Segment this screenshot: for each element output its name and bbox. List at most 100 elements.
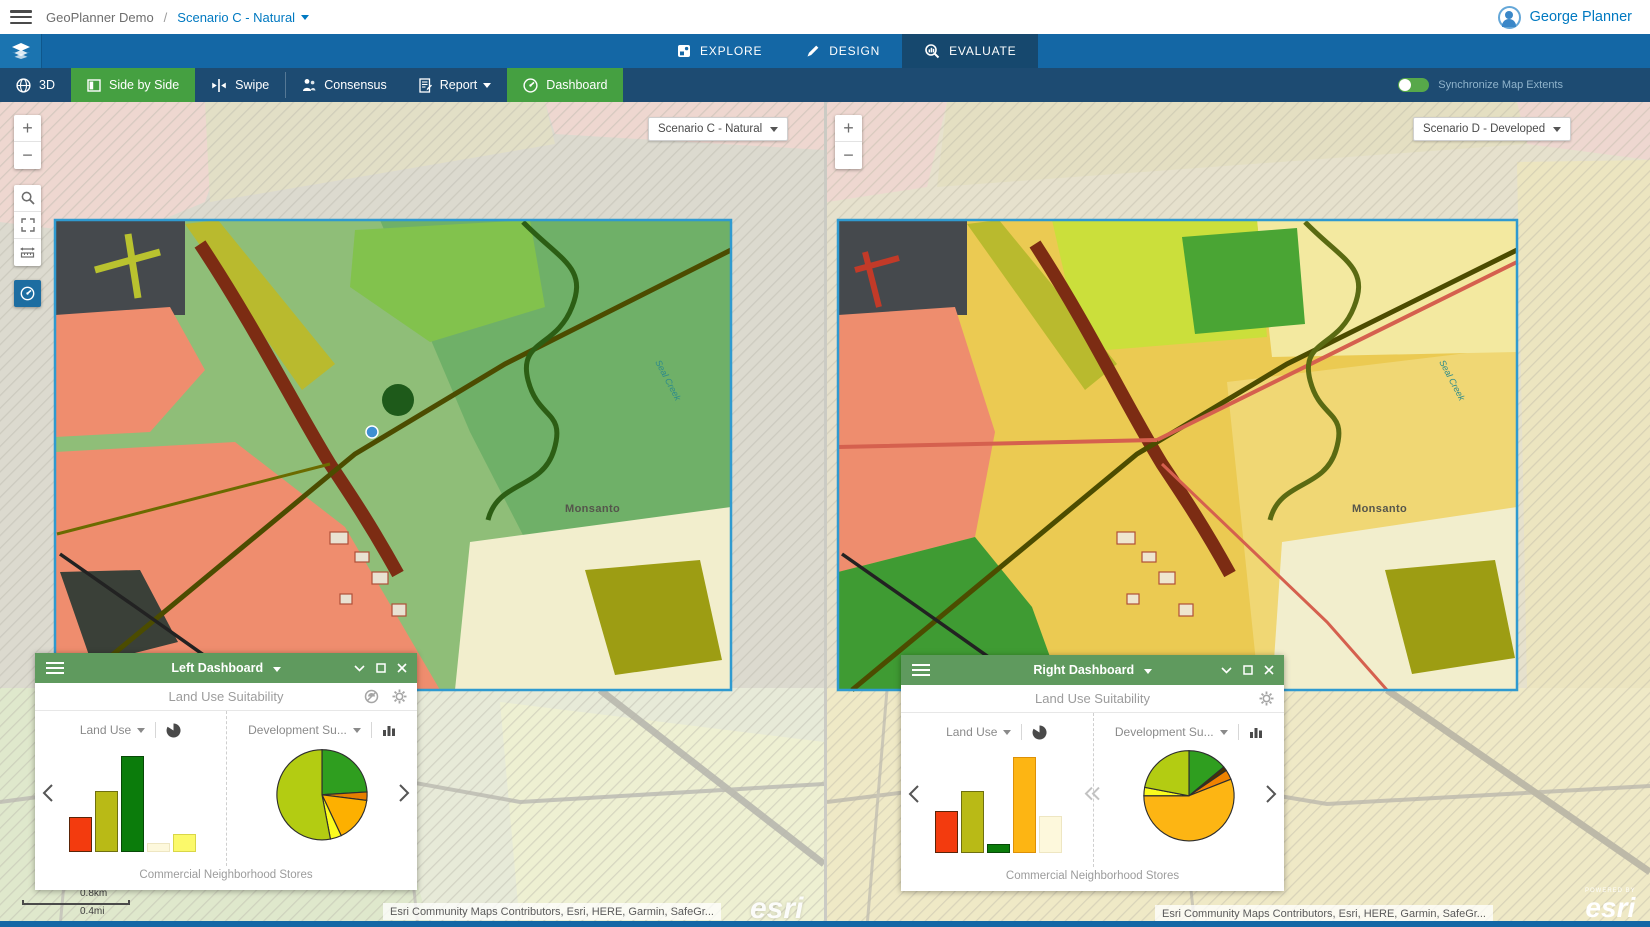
panel-menu-icon[interactable] [46,662,64,674]
visibility-off-icon [364,689,379,704]
previous-chart-button[interactable] [908,784,920,804]
chevron-down-icon [354,665,365,672]
close-button[interactable] [397,663,407,673]
dashboard-gauge-icon [523,78,538,93]
tab-explore[interactable]: EXPLORE [655,34,784,68]
development-suitability-pie-chart [274,746,370,842]
right-dashboard-header[interactable]: Right Dashboard [901,655,1284,685]
scenario-selector-right[interactable]: Scenario D - Developed [1413,117,1571,141]
button-swipe[interactable]: Swipe [195,68,285,102]
bar-chart-icon[interactable] [382,724,396,737]
previous-chart-button[interactable] [42,783,54,803]
geoplanner-app: GeoPlanner Demo / Scenario C - Natural G… [0,0,1650,927]
map-area: Monsanto Seal Creek + − [0,102,1650,927]
pie-chart-icon[interactable] [1032,725,1047,740]
widget-body: Land Use Development Su... [901,713,1284,867]
globe-icon [16,78,31,93]
zoom-out-button[interactable]: − [835,142,862,169]
next-chart-button[interactable] [398,783,410,803]
maximize-icon [1243,665,1253,675]
scenario-selector-label: Scenario D - Developed [1423,123,1545,135]
evaluate-icon [924,44,940,59]
nav-tabs: EXPLORE DESIGN EVALUATE [655,34,1038,68]
widget-selector[interactable]: Development Su... [248,723,347,737]
side-by-side-icon [87,79,101,92]
pie-chart-icon[interactable] [166,723,181,738]
button-label: Report [440,78,478,92]
scenario-breadcrumb-dropdown[interactable]: Scenario C - Natural [177,10,309,25]
panel-menu-icon[interactable] [912,664,930,676]
tab-label: DESIGN [829,44,880,58]
widget-title-row: Land Use Suitability [901,685,1284,713]
development-suitability-pie-chart [1141,748,1237,844]
bar-amber [1013,757,1036,853]
layers-button[interactable] [0,34,42,68]
development-suitability-widget: Development Su... [226,711,417,866]
dropdown-caret-icon [483,83,491,88]
scale-mi-label: 0.4mi [80,906,130,917]
powered-by-esri-logo: POWERED BY esri [1585,888,1636,922]
search-tool-button[interactable] [14,185,41,212]
bar-red [935,811,958,853]
land-use-bar-chart [935,757,1065,853]
development-suitability-widget: Development Su... [1093,713,1285,867]
chart-caption: Commercial Neighborhood Stores [901,867,1284,891]
bar-dark-green [987,844,1010,853]
settings-button[interactable] [1259,691,1274,706]
button-consensus[interactable]: Consensus [286,68,403,102]
next-chart-button[interactable] [1265,784,1277,804]
widget-selector[interactable]: Land Use [80,723,131,737]
left-dashboard-header[interactable]: Left Dashboard [35,653,417,683]
button-side-by-side[interactable]: Side by Side [71,68,195,102]
collapse-button[interactable] [354,665,365,672]
visibility-button[interactable] [364,689,379,704]
map-tools [14,185,41,266]
chevron-down-icon [1003,730,1011,735]
zoom-in-button[interactable]: + [14,115,41,142]
chevron-down-icon [1553,127,1561,132]
zoom-out-button[interactable]: − [14,142,41,169]
measure-tool-button[interactable] [14,239,41,266]
gear-icon [1259,691,1274,706]
scenario-selector-label: Scenario C - Natural [658,123,762,135]
bar-red [69,817,92,852]
tab-evaluate[interactable]: EVALUATE [902,31,1038,68]
top-bar: GeoPlanner Demo / Scenario C - Natural G… [0,0,1650,34]
menu-icon[interactable] [10,10,32,24]
close-button[interactable] [1264,665,1274,675]
panel-title-label: Right Dashboard [1033,663,1134,677]
dashboard-gauge-icon [20,286,35,301]
bar-chart-icon[interactable] [1249,726,1263,739]
place-label-monsanto: Monsanto [1352,503,1407,515]
bar-olive [961,791,984,853]
collapse-button[interactable] [1221,667,1232,674]
maximize-icon [376,663,386,673]
maximize-button[interactable] [1243,665,1253,675]
button-label: Side by Side [109,78,179,92]
widget-selector[interactable]: Land Use [946,725,997,739]
widget-selector[interactable]: Development Su... [1115,725,1214,739]
button-3d[interactable]: 3D [0,68,71,102]
tab-design[interactable]: DESIGN [784,34,902,68]
pie-slice-yellow-green [277,749,331,839]
scenario-selector-left[interactable]: Scenario C - Natural [648,117,788,141]
user-menu[interactable]: George Planner [1498,6,1632,29]
dashboard-tool-button[interactable] [14,280,41,307]
sync-toggle[interactable] [1398,78,1429,92]
measure-icon [20,246,35,259]
button-report[interactable]: Report [403,68,508,102]
right-dashboard-panel: Right Dashboard [901,655,1284,891]
nav-bar: EXPLORE DESIGN EVALUATE [0,34,1650,68]
maximize-button[interactable] [376,663,386,673]
extent-arrows-icon [21,218,35,232]
tab-label: EVALUATE [949,44,1016,58]
place-label-monsanto: Monsanto [565,503,620,515]
sync-label: Synchronize Map Extents [1438,79,1563,91]
button-dashboard[interactable]: Dashboard [507,68,623,102]
zoom-in-button[interactable]: + [835,115,862,142]
settings-button[interactable] [392,689,407,704]
widget-group-title: Land Use Suitability [901,691,1284,706]
extent-tool-button[interactable] [14,212,41,239]
collapse-columns-button[interactable] [1084,785,1102,803]
avatar-icon [1498,6,1521,29]
